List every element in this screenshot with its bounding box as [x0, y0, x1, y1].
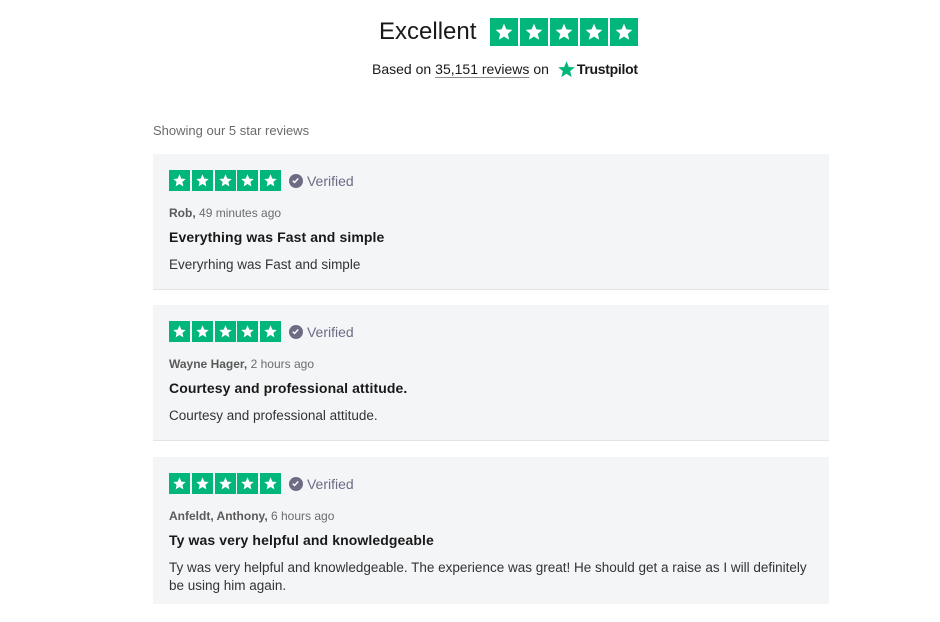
based-on-prefix: Based on	[372, 61, 432, 77]
star-icon	[260, 170, 282, 191]
review-time: 49 minutes ago	[199, 206, 282, 220]
star-icon	[191, 321, 213, 342]
star-icon	[169, 170, 190, 191]
trustpilot-logo[interactable]: Trustpilot	[557, 60, 638, 79]
review-count-line: Based on 35,151 reviews on Trustpilot	[372, 58, 638, 80]
review-card[interactable]: Verified Rob, 49 minutes ago Everything …	[153, 154, 829, 290]
check-circle-icon	[288, 173, 303, 188]
trustpilot-star-icon	[558, 60, 575, 77]
review-body: Ty was very helpful and knowledgeable. T…	[169, 560, 807, 593]
check-circle-icon	[288, 324, 303, 339]
star-icon	[169, 473, 190, 494]
star-icon	[490, 18, 518, 46]
star-icon	[191, 473, 213, 494]
review-title: Everything was Fast and simple	[169, 229, 385, 245]
star-icon	[237, 473, 259, 494]
star-icon	[610, 18, 638, 46]
verified-badge: Verified	[288, 172, 354, 189]
review-rating-row: Verified	[169, 321, 354, 342]
star-icon	[260, 321, 282, 342]
review-meta: Wayne Hager, 2 hours ago	[169, 357, 314, 371]
rating-word: Excellent	[379, 18, 477, 45]
star-icon	[550, 18, 578, 46]
review-rating-row: Verified	[169, 473, 354, 494]
star-icon	[580, 18, 608, 46]
based-on-suffix: on	[533, 61, 549, 77]
review-author: Wayne Hager,	[169, 357, 248, 371]
star-icon	[214, 321, 236, 342]
verified-label: Verified	[306, 323, 354, 340]
star-icon	[169, 321, 190, 342]
verified-badge: Verified	[288, 323, 354, 340]
review-author: Rob,	[169, 206, 196, 220]
trustpilot-wordmark: Trustpilot	[576, 61, 638, 77]
review-card[interactable]: Verified Wayne Hager, 2 hours ago Courte…	[153, 305, 829, 441]
review-time: 2 hours ago	[250, 357, 314, 371]
review-meta: Anfeldt, Anthony, 6 hours ago	[169, 509, 334, 523]
star-icon	[214, 170, 236, 191]
review-body: Everyrhing was Fast and simple	[169, 257, 361, 272]
review-star-rating	[169, 170, 283, 191]
review-time: 6 hours ago	[271, 509, 335, 523]
verified-label: Verified	[306, 172, 354, 189]
star-icon	[260, 473, 282, 494]
overall-star-rating	[490, 18, 640, 46]
rating-summary: Excellent	[379, 17, 638, 47]
star-icon	[520, 18, 548, 46]
star-icon	[214, 473, 236, 494]
review-title: Courtesy and professional attitude.	[169, 380, 408, 396]
star-icon	[191, 170, 213, 191]
review-body: Courtesy and professional attitude.	[169, 408, 378, 423]
review-card[interactable]: Verified Anfeldt, Anthony, 6 hours ago T…	[153, 457, 829, 604]
review-star-rating	[169, 321, 283, 342]
review-title: Ty was very helpful and knowledgeable	[169, 532, 434, 548]
verified-badge: Verified	[288, 475, 354, 492]
star-icon	[237, 170, 259, 191]
verified-label: Verified	[306, 475, 354, 492]
review-author: Anfeldt, Anthony,	[169, 509, 268, 523]
review-star-rating	[169, 473, 283, 494]
star-icon	[237, 321, 259, 342]
filter-label: Showing our 5 star reviews	[153, 123, 310, 138]
check-circle-icon	[288, 476, 303, 491]
review-rating-row: Verified	[169, 170, 354, 191]
review-meta: Rob, 49 minutes ago	[169, 206, 281, 220]
review-count-link[interactable]: 35,151 reviews	[435, 61, 529, 77]
